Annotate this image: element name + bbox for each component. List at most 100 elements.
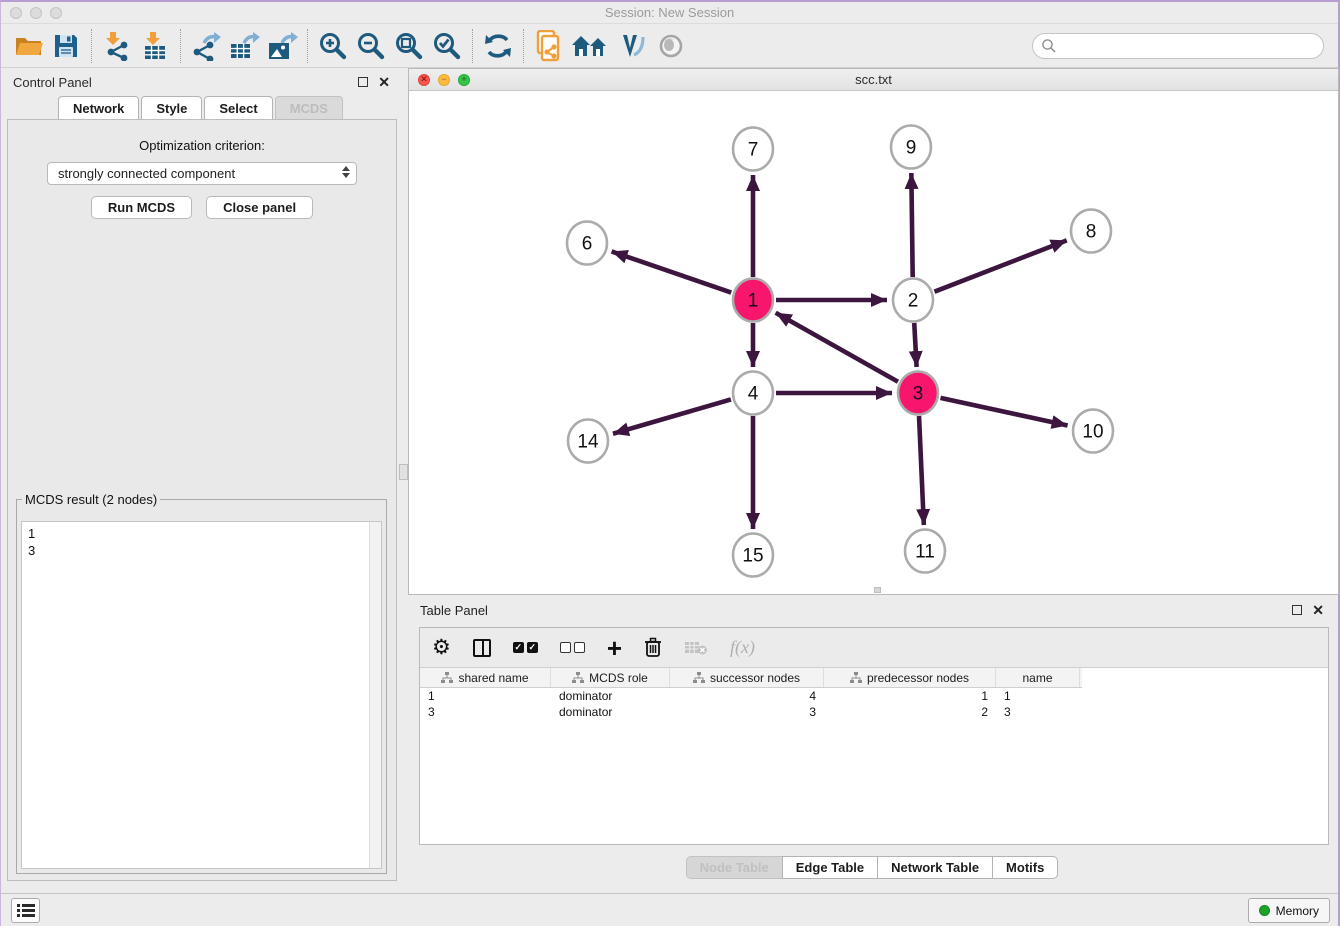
tab-mcds[interactable]: MCDS: [275, 96, 343, 119]
edge-2-8[interactable]: [934, 240, 1066, 291]
network-attr-icon: [572, 672, 584, 683]
close-panel-icon[interactable]: ✕: [378, 77, 390, 87]
node-label-6: 6: [582, 234, 593, 255]
deselect-all-icon[interactable]: [560, 642, 585, 653]
criterion-select[interactable]: strongly connected component: [47, 162, 357, 185]
delete-icon[interactable]: [644, 637, 662, 658]
duplicate-network-icon[interactable]: [530, 28, 568, 64]
function-builder-icon: f(x): [730, 637, 755, 658]
table-row[interactable]: 3 dominator 3 2 3: [420, 704, 1082, 720]
cell-successor-nodes[interactable]: 3: [670, 705, 824, 719]
node-label-1: 1: [748, 291, 759, 312]
add-column-icon[interactable]: +: [607, 638, 622, 658]
mcds-panel-body: Optimization criterion: strongly connect…: [7, 119, 397, 881]
node-label-8: 8: [1086, 222, 1097, 243]
refresh-layout-icon[interactable]: [479, 28, 517, 64]
window-title: Session: New Session: [1, 5, 1338, 20]
zoom-fit-icon[interactable]: [390, 28, 428, 64]
column-header-mcds-role[interactable]: MCDS role: [551, 668, 670, 687]
tab-select[interactable]: Select: [204, 96, 272, 119]
gear-icon[interactable]: ⚙: [432, 638, 451, 658]
delete-table-icon: [684, 640, 708, 656]
import-network-icon[interactable]: [98, 28, 136, 64]
column-header-successor-nodes[interactable]: successor nodes: [670, 668, 824, 687]
node-table-container: ⚙ ✓✓ +: [419, 627, 1329, 845]
tab-network[interactable]: Network: [58, 96, 139, 119]
table-toolbar: ⚙ ✓✓ +: [420, 628, 1328, 668]
tab-style[interactable]: Style: [141, 96, 202, 119]
import-table-icon[interactable]: [136, 28, 174, 64]
cell-predecessor-nodes[interactable]: 1: [824, 689, 996, 703]
table-panel-title: Table Panel: [420, 603, 488, 618]
node-table[interactable]: shared name MCDS role: [420, 668, 1082, 720]
cell-predecessor-nodes[interactable]: 2: [824, 705, 996, 719]
export-table-icon[interactable]: [225, 28, 263, 64]
node-label-14: 14: [577, 432, 599, 453]
eye-icon[interactable]: [652, 28, 690, 64]
cell-shared-name[interactable]: 1: [420, 689, 551, 703]
memory-label: Memory: [1276, 904, 1319, 918]
column-split-icon[interactable]: [473, 639, 491, 657]
cell-name[interactable]: 3: [996, 705, 1080, 719]
search-input[interactable]: [1057, 36, 1323, 56]
zoom-selected-icon[interactable]: [428, 28, 466, 64]
close-panel-button[interactable]: Close panel: [206, 196, 313, 219]
home-icon[interactable]: [568, 28, 614, 64]
zoom-in-icon[interactable]: [314, 28, 352, 64]
edge-3-1[interactable]: [776, 313, 898, 382]
zoom-out-icon[interactable]: [352, 28, 390, 64]
table-panel-header: Table Panel ✕: [408, 597, 1336, 623]
result-scrollbar[interactable]: [369, 522, 381, 868]
control-panel-tabs: Network Style Select MCDS: [1, 96, 402, 119]
task-history-button[interactable]: [11, 898, 40, 923]
network-attr-icon: [850, 672, 862, 683]
edge-2-9[interactable]: [911, 173, 912, 277]
mcds-result-title: MCDS result (2 nodes): [22, 492, 160, 507]
run-mcds-button[interactable]: Run MCDS: [91, 196, 192, 219]
apply-style-icon[interactable]: [614, 28, 652, 64]
cell-mcds-role[interactable]: dominator: [551, 705, 670, 719]
cell-shared-name[interactable]: 3: [420, 705, 551, 719]
edge-3-11[interactable]: [919, 416, 924, 525]
float-table-panel-icon[interactable]: [1292, 605, 1302, 615]
table-row[interactable]: 1 dominator 4 1 1: [420, 688, 1082, 704]
titlebar: Session: New Session: [1, 2, 1338, 24]
edge-1-6[interactable]: [612, 251, 732, 292]
tab-motifs[interactable]: Motifs: [992, 856, 1058, 879]
network-graph[interactable]: 1234678910111415: [409, 91, 1338, 594]
node-label-4: 4: [748, 384, 759, 405]
node-label-15: 15: [742, 546, 763, 567]
criterion-selected-value: strongly connected component: [58, 166, 235, 181]
control-panel: Control Panel ✕ Network Style Select MCD…: [1, 68, 402, 893]
cell-mcds-role[interactable]: dominator: [551, 689, 670, 703]
select-all-icon[interactable]: ✓✓: [513, 642, 538, 653]
search-icon: [1041, 38, 1057, 54]
node-label-10: 10: [1082, 422, 1103, 443]
table-panel: Table Panel ✕ ⚙ ✓✓ +: [408, 597, 1336, 893]
tab-edge-table[interactable]: Edge Table: [782, 856, 878, 879]
memory-button[interactable]: Memory: [1248, 898, 1330, 923]
node-label-9: 9: [906, 138, 917, 159]
open-file-icon[interactable]: [9, 28, 47, 64]
tab-node-table[interactable]: Node Table: [686, 856, 783, 879]
export-network-icon[interactable]: [187, 28, 225, 64]
column-header-predecessor-nodes[interactable]: predecessor nodes: [824, 668, 996, 687]
memory-status-icon: [1259, 905, 1270, 916]
export-image-icon[interactable]: [263, 28, 301, 64]
toolbar-separator: [307, 29, 308, 63]
edge-4-14[interactable]: [613, 399, 731, 433]
network-canvas[interactable]: 1234678910111415: [409, 91, 1338, 594]
splitter-grip[interactable]: [399, 464, 408, 480]
save-session-icon[interactable]: [47, 28, 85, 64]
column-header-name[interactable]: name: [996, 668, 1080, 687]
tab-network-table[interactable]: Network Table: [877, 856, 993, 879]
float-panel-icon[interactable]: [358, 77, 368, 87]
column-header-shared-name[interactable]: shared name: [420, 668, 551, 687]
edge-2-3[interactable]: [914, 323, 916, 367]
cell-name[interactable]: 1: [996, 689, 1080, 703]
close-table-panel-icon[interactable]: ✕: [1312, 605, 1324, 615]
cell-successor-nodes[interactable]: 4: [670, 689, 824, 703]
canvas-scroll-grip[interactable]: [874, 587, 881, 593]
search-box[interactable]: [1032, 33, 1324, 59]
edge-3-10[interactable]: [940, 398, 1067, 426]
